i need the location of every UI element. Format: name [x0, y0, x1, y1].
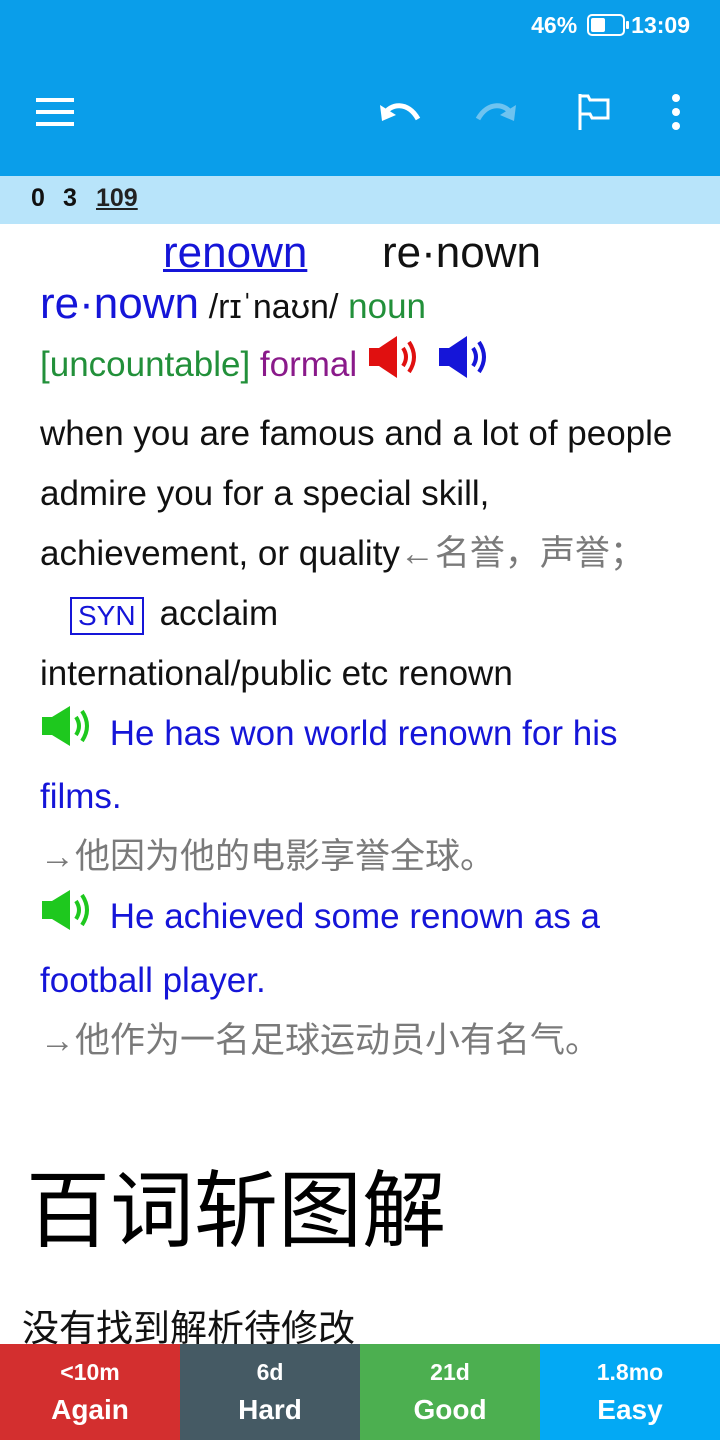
- collocation: international/public etc renown: [40, 654, 513, 693]
- speaker-us-icon[interactable]: [437, 334, 497, 399]
- example-sentence: He achieved some renown as a football pl…: [40, 897, 601, 1000]
- example-speaker-icon[interactable]: [40, 888, 100, 951]
- example-speaker-icon[interactable]: [40, 704, 100, 767]
- new-count: 0: [31, 184, 45, 212]
- register-label: formal: [259, 344, 358, 384]
- section-title: 百词斩图解: [26, 1164, 447, 1258]
- redo-icon[interactable]: [470, 86, 522, 138]
- example-sentence: He has won world renown for his films.: [40, 714, 618, 817]
- clock: 13:09: [631, 11, 690, 38]
- again-interval: <10m: [60, 1358, 120, 1385]
- answer-buttons: <10m Again 6d Hard 21d Good 1.8mo Easy: [0, 1344, 720, 1440]
- good-label: Good: [413, 1393, 487, 1425]
- hard-label: Hard: [238, 1393, 302, 1425]
- card-content: renown re·nown re·nown /rɪˈnaʊn/ noun [u…: [0, 224, 720, 1344]
- section-note: 没有找到解析待修改: [22, 1308, 355, 1344]
- definition-translation: ←名誉，声誉；: [399, 534, 645, 573]
- more-vertical-icon[interactable]: [650, 86, 702, 138]
- example-translation: →他作为一名足球运动员小有名气。: [40, 1020, 601, 1060]
- entry-labels: [uncountable] formal: [40, 334, 680, 399]
- undo-icon[interactable]: [374, 86, 426, 138]
- example-translation: →他因为他的电影享誉全球。: [40, 837, 496, 877]
- entry-header: re·nown /rɪˈnaʊn/ noun: [40, 274, 680, 337]
- flag-icon[interactable]: [567, 86, 619, 138]
- hard-button[interactable]: 6d Hard: [180, 1344, 360, 1440]
- grammar-label: [uncountable]: [40, 344, 251, 384]
- easy-interval: 1.8mo: [596, 1358, 664, 1385]
- speaker-uk-icon[interactable]: [367, 334, 427, 399]
- card-counts: 0 3 109: [0, 176, 720, 224]
- word-link[interactable]: renown: [163, 228, 307, 278]
- status-bar: 46% 13:09: [531, 10, 690, 40]
- hamburger-menu-icon[interactable]: [30, 86, 82, 138]
- toolbar: 46% 13:09: [0, 0, 720, 176]
- definition-block: when you are famous and a lot of people …: [40, 404, 680, 1071]
- review-count[interactable]: 109: [96, 184, 138, 213]
- headword: re·nown: [40, 279, 199, 328]
- again-label: Again: [51, 1393, 129, 1425]
- synonym: acclaim: [159, 594, 279, 633]
- syn-badge: SYN: [70, 596, 144, 635]
- battery-percent: 46%: [531, 11, 578, 38]
- good-button[interactable]: 21d Good: [360, 1344, 540, 1440]
- again-button[interactable]: <10m Again: [0, 1344, 180, 1440]
- part-of-speech: noun: [348, 287, 427, 326]
- pronunciation: /rɪˈnaʊn/: [208, 288, 339, 326]
- easy-button[interactable]: 1.8mo Easy: [540, 1344, 720, 1440]
- learning-count: 3: [63, 184, 77, 212]
- good-interval: 21d: [430, 1358, 470, 1385]
- word-syllables: re·nown: [382, 228, 541, 277]
- hard-interval: 6d: [256, 1358, 284, 1385]
- battery-icon: [587, 14, 630, 36]
- easy-label: Easy: [597, 1393, 663, 1425]
